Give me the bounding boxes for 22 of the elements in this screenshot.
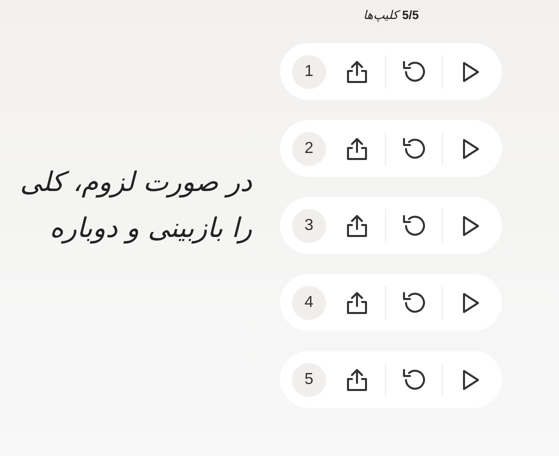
play-icon — [462, 60, 480, 82]
share-icon — [346, 214, 368, 238]
share-icon — [346, 368, 368, 392]
replay-icon — [401, 290, 427, 314]
play-icon — [462, 292, 480, 314]
replay-icon — [401, 214, 427, 238]
instruction-text: در صورت لزوم، کلی — [20, 166, 252, 200]
clip-number: 4 — [292, 286, 326, 320]
play-icon — [462, 138, 480, 160]
share-icon — [346, 136, 368, 160]
replay-icon — [401, 136, 427, 160]
clip-number: 3 — [292, 208, 326, 242]
replay-icon — [401, 60, 427, 84]
clip-number: 2 — [292, 132, 326, 166]
play-icon — [462, 368, 480, 390]
clip-number: 5 — [292, 362, 326, 396]
share-icon — [346, 290, 368, 314]
instruction-text: را بازبینی و دوباره — [50, 212, 252, 246]
replay-icon — [401, 368, 427, 392]
share-icon — [346, 60, 368, 84]
clip-number: 1 — [292, 54, 326, 88]
play-icon — [462, 214, 480, 236]
